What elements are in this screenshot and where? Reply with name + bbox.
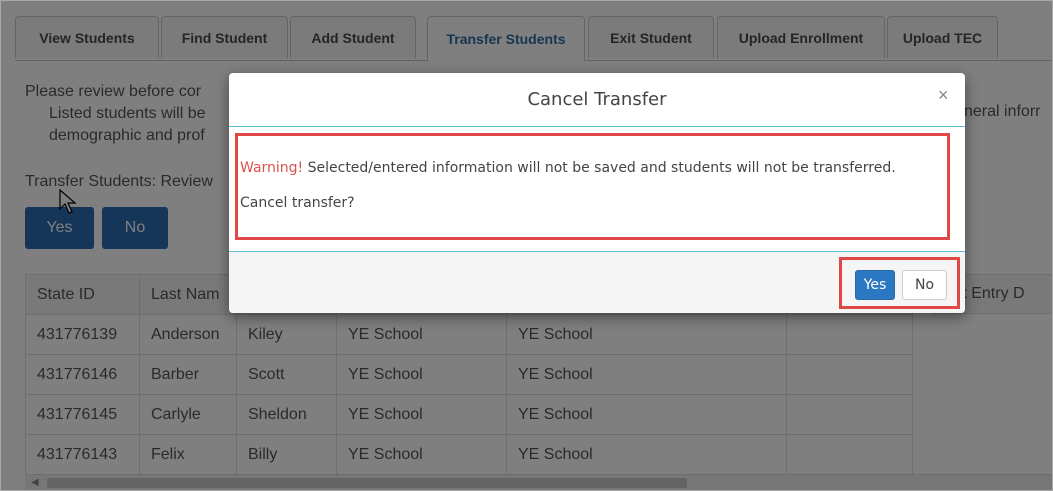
warning-text: Selected/entered information will not be… <box>303 160 896 176</box>
dialog-footer: Yes No <box>229 252 965 313</box>
app-frame: View Students Find Student Add Student T… <box>0 0 1053 491</box>
confirm-no-button[interactable]: No <box>902 270 947 300</box>
warning-message: Warning! Selected/entered information wi… <box>240 160 896 176</box>
dialog-header: Cancel Transfer × <box>229 73 965 127</box>
confirm-yes-button[interactable]: Yes <box>855 270 895 300</box>
dialog-body: Warning! Selected/entered information wi… <box>229 127 965 252</box>
warning-label: Warning! <box>240 160 304 176</box>
close-icon[interactable]: × <box>938 85 949 106</box>
cancel-transfer-dialog: Cancel Transfer × Warning! Selected/ente… <box>229 73 965 313</box>
confirmation-question: Cancel transfer? <box>240 195 355 211</box>
dialog-title: Cancel Transfer <box>527 89 667 110</box>
